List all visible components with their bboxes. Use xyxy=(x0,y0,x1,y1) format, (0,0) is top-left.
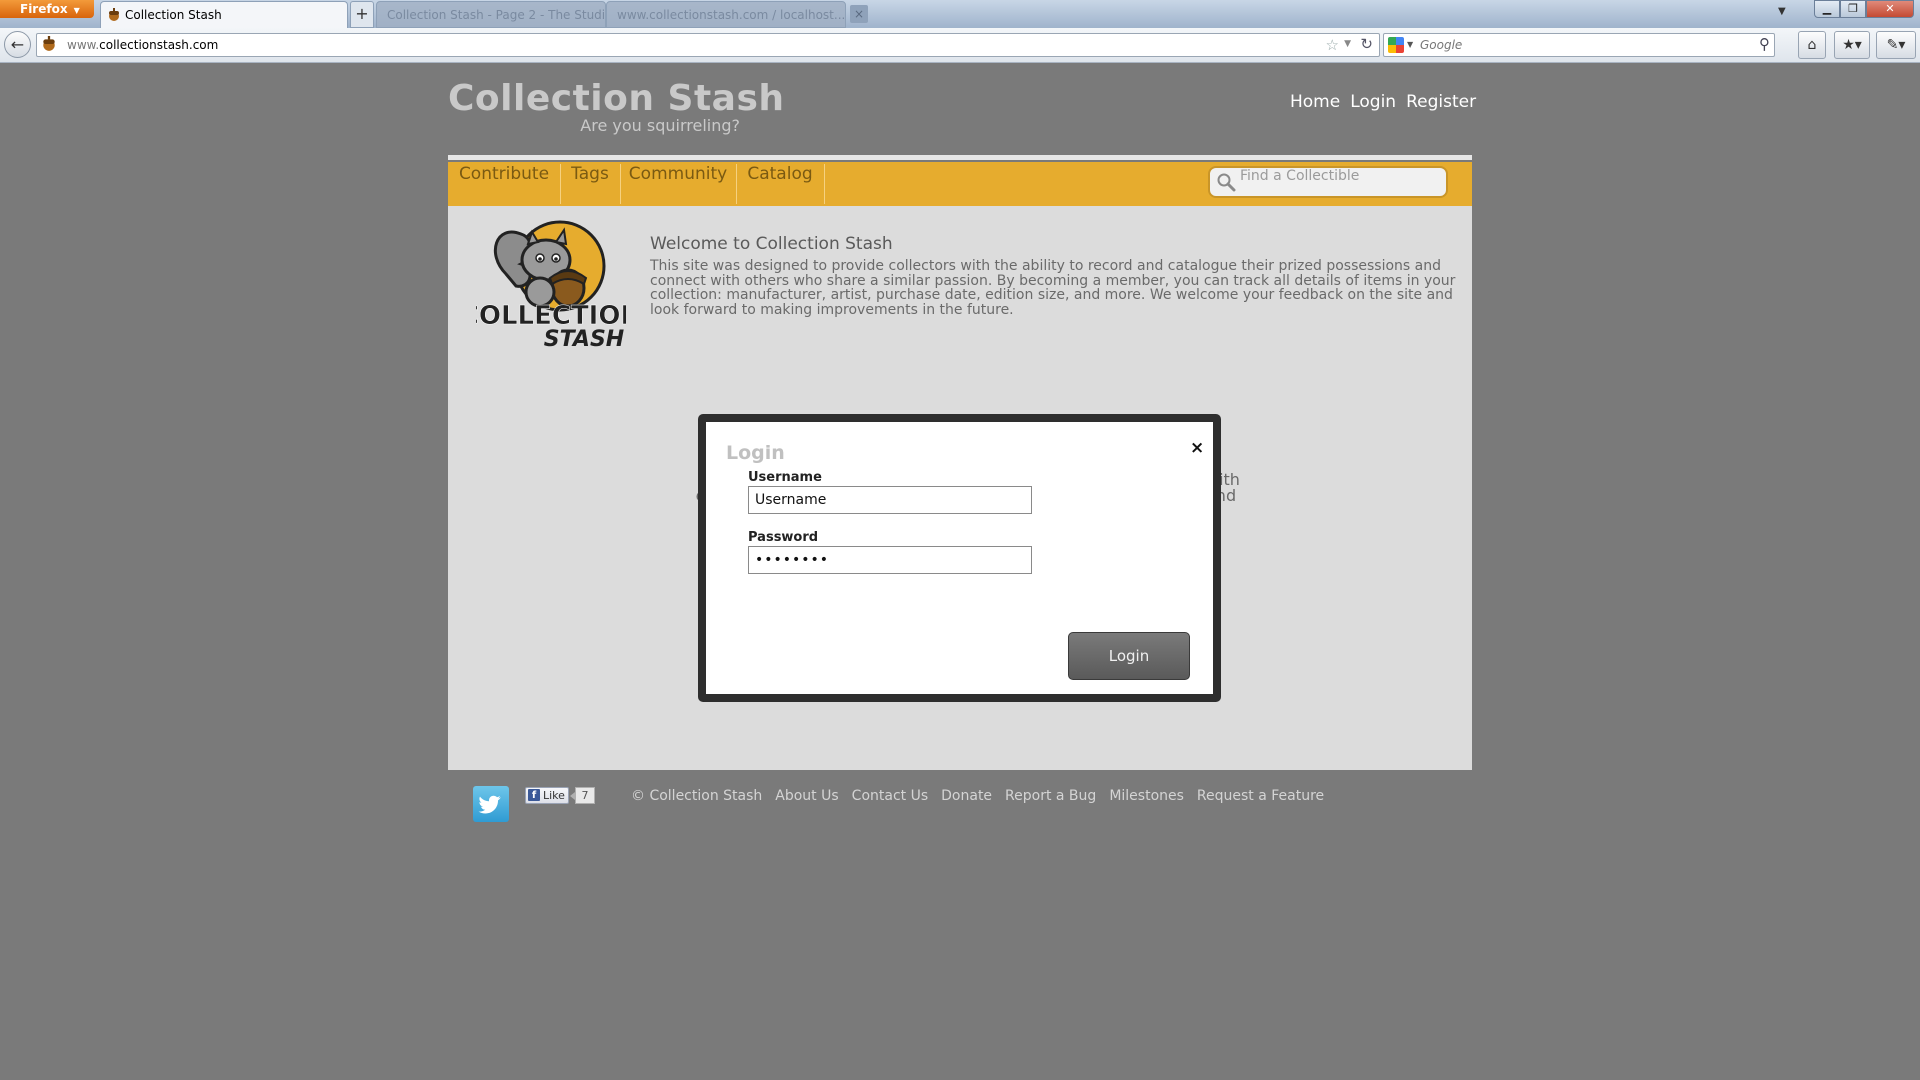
url-host: collectionstash.com xyxy=(99,38,219,52)
addon-menu-icon[interactable]: ✎▾ xyxy=(1876,31,1916,59)
twitter-bird-icon xyxy=(478,795,501,814)
facebook-icon: f xyxy=(528,789,540,801)
bookmarks-icon[interactable]: ★▾ xyxy=(1834,31,1870,59)
facebook-like-count: 7 xyxy=(575,787,595,804)
nav-home-link[interactable]: Home xyxy=(1290,92,1340,112)
footer-link-contact-us[interactable]: Contact Us xyxy=(852,788,928,804)
login-submit-button[interactable]: Login xyxy=(1068,632,1190,680)
collection-stash-logo: COLLECTION STASH xyxy=(476,220,626,352)
modal-title: Login xyxy=(726,442,785,464)
footer-links: © Collection Stash About Us Contact Us Dona… xyxy=(631,785,1337,804)
welcome-heading: Welcome to Collection Stash xyxy=(650,234,893,254)
firefox-menu-label: Firefox xyxy=(20,2,68,16)
logo-wordmark-stash: STASH xyxy=(544,327,624,352)
footer-link-milestones[interactable]: Milestones xyxy=(1109,788,1184,804)
facebook-like-button[interactable]: f Like xyxy=(525,787,569,804)
top-navigation: Home Login Register xyxy=(1280,92,1476,112)
site-title[interactable]: Collection Stash xyxy=(448,78,785,119)
search-placeholder: Find a Collectible xyxy=(1240,168,1360,184)
window-maximize-button[interactable]: ❐ xyxy=(1840,0,1866,18)
search-icon xyxy=(1217,173,1236,192)
acorn-favicon-icon xyxy=(109,8,119,21)
url-prefix: www. xyxy=(67,38,100,52)
home-icon[interactable]: ⌂ xyxy=(1798,31,1826,59)
magnifier-icon[interactable]: ⚲ xyxy=(1759,35,1770,53)
password-label: Password xyxy=(748,530,819,545)
window-close-button[interactable]: ✕ xyxy=(1866,0,1914,18)
bookmark-star-icon[interactable]: ☆ xyxy=(1326,36,1339,54)
close-tab-icon[interactable]: × xyxy=(850,5,868,23)
close-icon[interactable]: × xyxy=(1190,438,1204,458)
plus-icon: + xyxy=(355,4,369,23)
browser-search-placeholder: Google xyxy=(1420,38,1463,52)
nav-register-link[interactable]: Register xyxy=(1406,92,1476,112)
tab-title: Collection Stash xyxy=(125,8,222,22)
menu-item-catalog[interactable]: Catalog xyxy=(736,164,825,204)
username-label: Username xyxy=(748,470,822,485)
menu-item-tags[interactable]: Tags xyxy=(560,164,621,204)
footer-copyright: © Collection Stash xyxy=(631,788,763,804)
browser-navigation-bar: ← www.collectionstash.com ☆ ▼ ↻ ▼ Google… xyxy=(0,28,1920,63)
tab-title: www.collectionstash.com / localhost... xyxy=(617,8,846,22)
reload-icon[interactable]: ↻ xyxy=(1360,35,1373,53)
site-tagline: Are you squirreling? xyxy=(580,116,740,135)
footer-link-request-feature[interactable]: Request a Feature xyxy=(1197,788,1324,804)
twitter-button[interactable] xyxy=(473,786,509,822)
back-arrow-icon[interactable]: ← xyxy=(4,31,31,58)
facebook-like-label: Like xyxy=(543,789,565,802)
google-engine-icon[interactable] xyxy=(1388,37,1404,53)
login-modal: Login × Username Password Login xyxy=(698,414,1221,702)
list-all-tabs-icon[interactable]: ▼ xyxy=(1778,6,1786,17)
url-bar[interactable]: www.collectionstash.com ☆ ▼ ↻ xyxy=(36,33,1380,57)
footer-link-report-bug[interactable]: Report a Bug xyxy=(1005,788,1096,804)
engine-dropdown-icon[interactable]: ▼ xyxy=(1407,40,1413,49)
tab-background-1[interactable]: Collection Stash - Page 2 - The Studio..… xyxy=(376,1,606,28)
username-field[interactable] xyxy=(748,486,1032,514)
welcome-paragraph: This site was designed to provide collec… xyxy=(650,258,1456,318)
chevron-down-icon: ▼ xyxy=(73,6,80,15)
window-minimize-button[interactable]: ▁ xyxy=(1814,0,1840,18)
tab-background-2[interactable]: www.collectionstash.com / localhost... xyxy=(606,1,846,28)
browser-search-bar[interactable]: ▼ Google ⚲ xyxy=(1383,33,1775,57)
menu-item-community[interactable]: Community xyxy=(620,164,737,204)
header-divider xyxy=(448,155,1472,160)
footer-link-about-us[interactable]: About Us xyxy=(775,788,838,804)
footer-link-donate[interactable]: Donate xyxy=(941,788,992,804)
collectible-search-input[interactable]: Find a Collectible xyxy=(1208,166,1448,198)
firefox-menu-button[interactable]: Firefox ▼ xyxy=(0,0,94,18)
acorn-site-icon xyxy=(43,36,55,51)
password-field[interactable] xyxy=(748,546,1032,574)
tab-title: Collection Stash - Page 2 - The Studio..… xyxy=(387,8,606,22)
tab-collection-stash[interactable]: Collection Stash xyxy=(100,1,348,28)
url-history-dropdown-icon[interactable]: ▼ xyxy=(1344,39,1351,49)
new-tab-button[interactable]: + xyxy=(350,1,374,28)
url-text[interactable]: www.collectionstash.com xyxy=(67,34,218,56)
nav-login-link[interactable]: Login xyxy=(1350,92,1396,112)
browser-title-bar: Firefox ▼ Collection Stash + Collection S… xyxy=(0,0,1920,28)
menu-item-contribute[interactable]: Contribute xyxy=(448,164,561,204)
